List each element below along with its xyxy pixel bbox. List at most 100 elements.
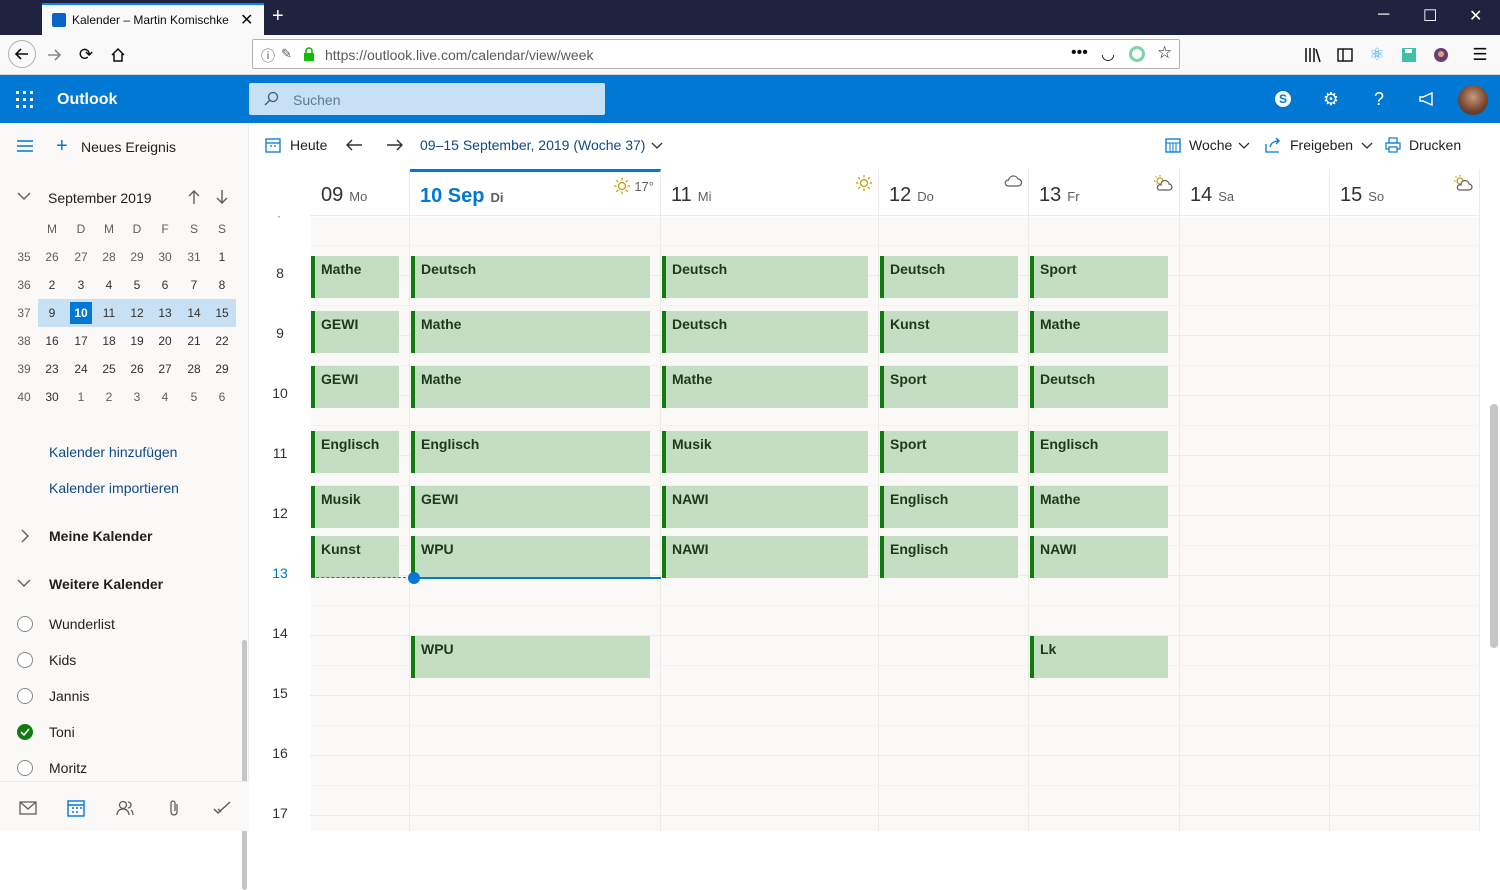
browser-tab[interactable]: Kalender – Martin Komischke – Outlook ✕ <box>42 3 264 35</box>
calendar-event[interactable]: Mathe <box>311 256 399 298</box>
mini-day[interactable]: 6 <box>151 271 179 299</box>
calendar-event[interactable]: Englisch <box>1030 431 1168 473</box>
calendar-event[interactable]: Mathe <box>1030 486 1168 528</box>
back-icon[interactable] <box>8 40 36 68</box>
calendar-event[interactable]: Deutsch <box>1030 366 1168 408</box>
help-icon[interactable]: ? <box>1367 87 1391 111</box>
mini-day[interactable]: 3 <box>123 383 151 411</box>
mini-day[interactable]: 4 <box>95 271 123 299</box>
calendar-item[interactable]: Wunderlist <box>0 607 240 643</box>
mini-day-today[interactable]: 10 <box>70 302 92 324</box>
mini-day[interactable]: 2 <box>38 271 66 299</box>
expand-chevron-icon[interactable] <box>20 529 30 543</box>
next-month-arrow-icon[interactable] <box>215 189 229 205</box>
profile-extension-icon[interactable] <box>1429 43 1453 67</box>
print-button[interactable]: Drucken <box>1409 137 1461 153</box>
calendar-event[interactable]: WPU <box>411 536 650 578</box>
calendar-event[interactable]: Englisch <box>411 431 650 473</box>
import-calendar-link[interactable]: Kalender importieren <box>49 480 179 496</box>
view-dropdown-chevron-icon[interactable] <box>1238 142 1250 150</box>
calendar-event[interactable]: Kunst <box>880 311 1018 353</box>
close-tab-icon[interactable]: ✕ <box>240 10 253 30</box>
search-input[interactable]: Suchen <box>249 83 605 115</box>
day-header[interactable]: 12 Do <box>879 169 1029 217</box>
mini-day[interactable]: 7 <box>180 271 208 299</box>
calendar-event[interactable]: GEWI <box>411 486 650 528</box>
mini-day[interactable]: 12 <box>123 299 151 327</box>
address-bar[interactable]: ⓘ ✎ https://outlook.live.com/calendar/vi… <box>252 39 1180 69</box>
next-week-arrow-icon[interactable] <box>386 137 404 153</box>
mini-day[interactable]: 28 <box>180 355 208 383</box>
mini-day[interactable]: 11 <box>95 299 123 327</box>
mail-icon[interactable] <box>16 796 40 820</box>
extension-icon[interactable] <box>1129 46 1145 62</box>
mini-day[interactable]: 27 <box>151 355 179 383</box>
feedback-megaphone-icon[interactable] <box>1415 87 1439 111</box>
calendar-event[interactable]: Englisch <box>880 536 1018 578</box>
calendar-event[interactable]: Lk <box>1030 636 1168 678</box>
calendar-event[interactable]: Deutsch <box>411 256 650 298</box>
page-actions-icon[interactable]: ••• <box>1071 44 1088 62</box>
home-icon[interactable] <box>106 43 130 67</box>
mini-day[interactable]: 17 <box>67 327 95 355</box>
save-extension-icon[interactable] <box>1397 43 1421 67</box>
mini-day[interactable]: 27 <box>67 243 95 271</box>
app-launcher-icon[interactable] <box>16 91 34 109</box>
calendar-event[interactable]: Deutsch <box>662 311 868 353</box>
calendar-event[interactable]: Englisch <box>311 431 399 473</box>
sidebar-icon[interactable] <box>1333 43 1357 67</box>
mini-day[interactable]: 14 <box>180 299 208 327</box>
mini-day[interactable]: 19 <box>123 327 151 355</box>
calendar-event[interactable]: Musik <box>311 486 399 528</box>
new-event-button[interactable]: Neues Ereignis <box>81 139 176 155</box>
share-button[interactable]: Freigeben <box>1290 137 1353 153</box>
menu-icon[interactable]: ☰ <box>1468 43 1492 67</box>
mini-day[interactable]: 1 <box>208 243 236 271</box>
day-header[interactable]: 15 So <box>1330 169 1480 217</box>
prev-week-arrow-icon[interactable] <box>345 137 363 153</box>
settings-gear-icon[interactable]: ⚙ <box>1319 87 1343 111</box>
calendar-event[interactable]: Sport <box>880 366 1018 408</box>
skype-icon[interactable]: S <box>1271 87 1295 111</box>
left-scrollbar[interactable] <box>242 640 247 890</box>
radio-icon[interactable] <box>17 760 33 776</box>
calendar-event[interactable]: Mathe <box>662 366 868 408</box>
radio-icon[interactable] <box>17 616 33 632</box>
mini-day[interactable]: 26 <box>38 243 66 271</box>
calendar-event[interactable]: Musik <box>662 431 868 473</box>
day-column[interactable] <box>1180 217 1330 831</box>
react-devtools-icon[interactable]: ⚛ <box>1365 43 1389 67</box>
day-header[interactable]: 11 Mi <box>661 169 879 217</box>
mini-day[interactable]: 26 <box>123 355 151 383</box>
calendar-event[interactable]: NAWI <box>662 486 868 528</box>
calendar-event[interactable]: NAWI <box>662 536 868 578</box>
outlook-brand[interactable]: Outlook <box>57 91 117 109</box>
other-calendars-section[interactable]: Weitere Kalender <box>49 576 163 592</box>
prev-month-arrow-icon[interactable] <box>187 189 201 205</box>
day-header-today[interactable]: 10 Sep Di 17° <box>410 169 661 217</box>
calendar-event[interactable]: Deutsch <box>880 256 1018 298</box>
calendar-event[interactable]: Sport <box>880 431 1018 473</box>
forward-icon[interactable] <box>42 43 66 67</box>
mini-day[interactable]: 8 <box>208 271 236 299</box>
mini-day[interactable]: 22 <box>208 327 236 355</box>
my-calendars-section[interactable]: Meine Kalender <box>49 528 152 544</box>
hamburger-menu-icon[interactable] <box>17 139 33 153</box>
mini-day[interactable]: 31 <box>180 243 208 271</box>
day-column[interactable] <box>1330 217 1480 831</box>
calendar-item[interactable]: Kids <box>0 643 240 679</box>
mini-day[interactable]: 6 <box>208 383 236 411</box>
minimize-icon[interactable]: ─ <box>1378 6 1389 24</box>
calendar-event[interactable]: GEWI <box>311 311 399 353</box>
mini-day[interactable]: 20 <box>151 327 179 355</box>
calendar-event[interactable]: Englisch <box>880 486 1018 528</box>
grid-scrollbar[interactable] <box>1490 404 1498 648</box>
mini-day[interactable]: 9 <box>38 299 66 327</box>
mini-day[interactable]: 18 <box>95 327 123 355</box>
date-range-label[interactable]: 09–15 September, 2019 (Woche 37) <box>420 137 645 153</box>
mini-day[interactable]: 5 <box>123 271 151 299</box>
calendar-icon[interactable] <box>64 796 88 820</box>
add-calendar-link[interactable]: Kalender hinzufügen <box>49 444 177 460</box>
collapse-month-icon[interactable] <box>17 191 31 201</box>
calendar-event[interactable]: NAWI <box>1030 536 1168 578</box>
